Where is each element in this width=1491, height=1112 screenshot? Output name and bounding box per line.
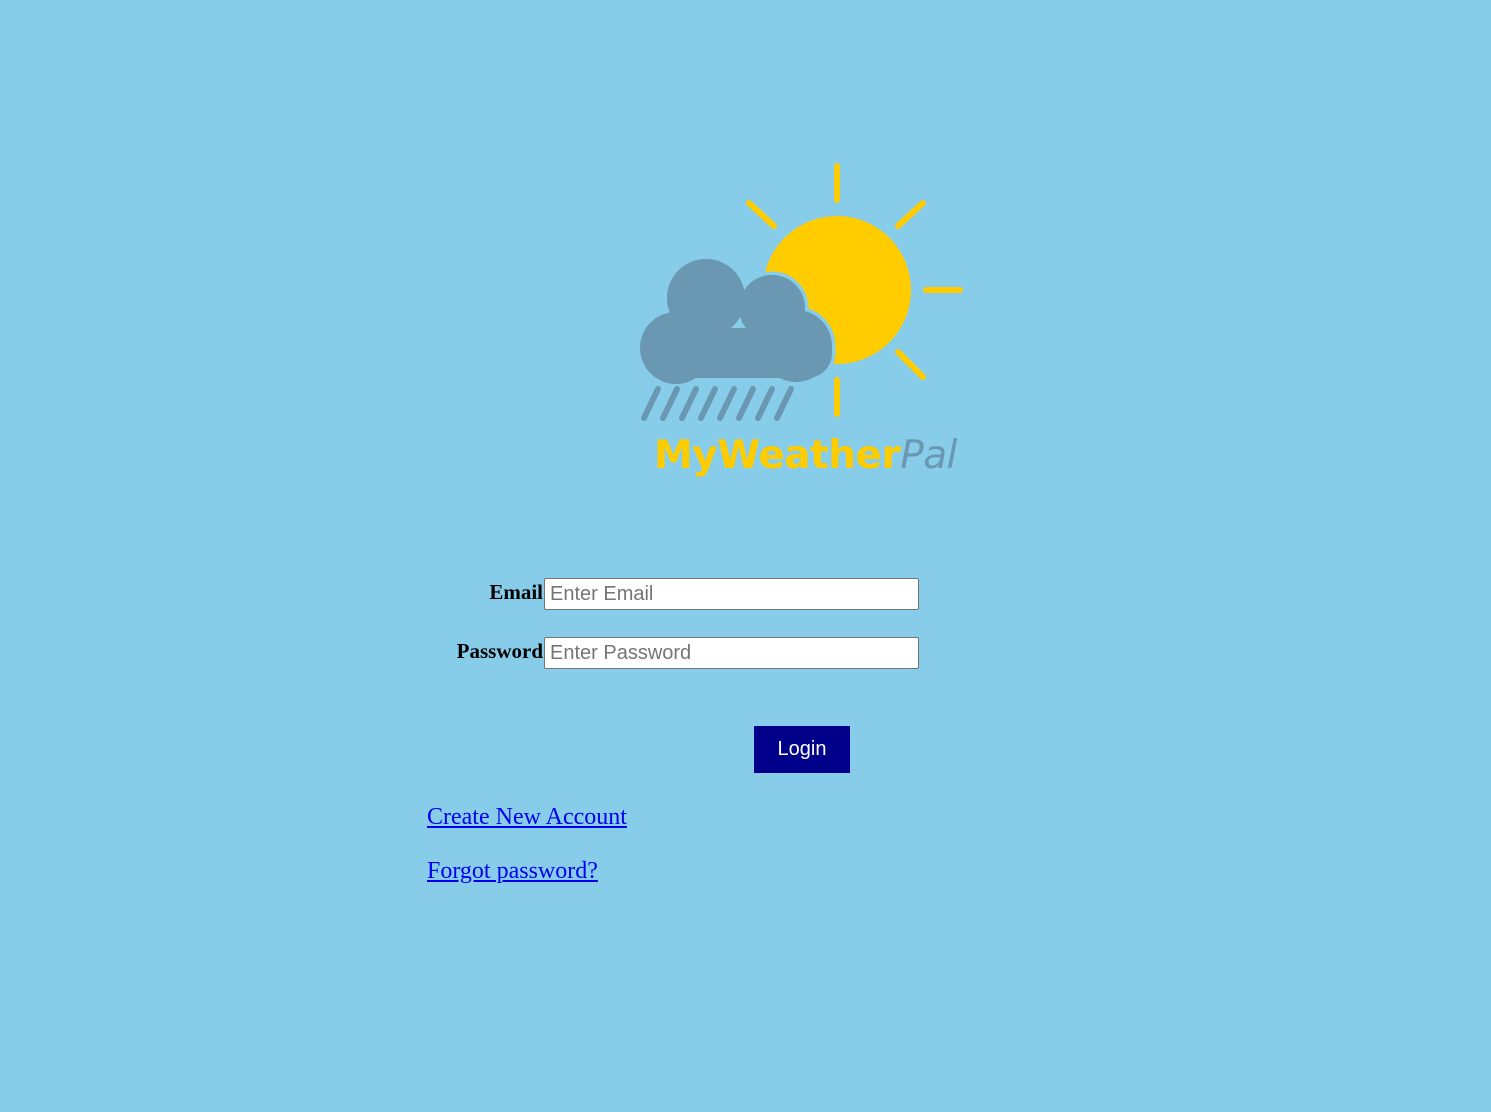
- app-logo: MyWeatherPal: [636, 158, 970, 492]
- login-button[interactable]: Login: [754, 726, 850, 773]
- sun-cloud-rain-icon: [636, 163, 963, 421]
- logo-wordmark-myweather: MyWeather: [654, 433, 901, 478]
- password-row: Password: [427, 637, 927, 669]
- email-label: Email: [489, 580, 543, 604]
- email-input[interactable]: [544, 578, 919, 610]
- logo-wordmark: MyWeatherPal: [654, 436, 957, 475]
- logo-wordmark-pal: Pal: [900, 433, 957, 478]
- login-page: MyWeatherPal Email Password Login Create…: [0, 0, 1491, 1112]
- password-label: Password: [456, 639, 543, 663]
- forgot-password-link[interactable]: Forgot password?: [427, 858, 598, 885]
- email-row: Email: [427, 578, 927, 610]
- password-input[interactable]: [544, 637, 919, 669]
- create-account-link[interactable]: Create New Account: [427, 804, 627, 831]
